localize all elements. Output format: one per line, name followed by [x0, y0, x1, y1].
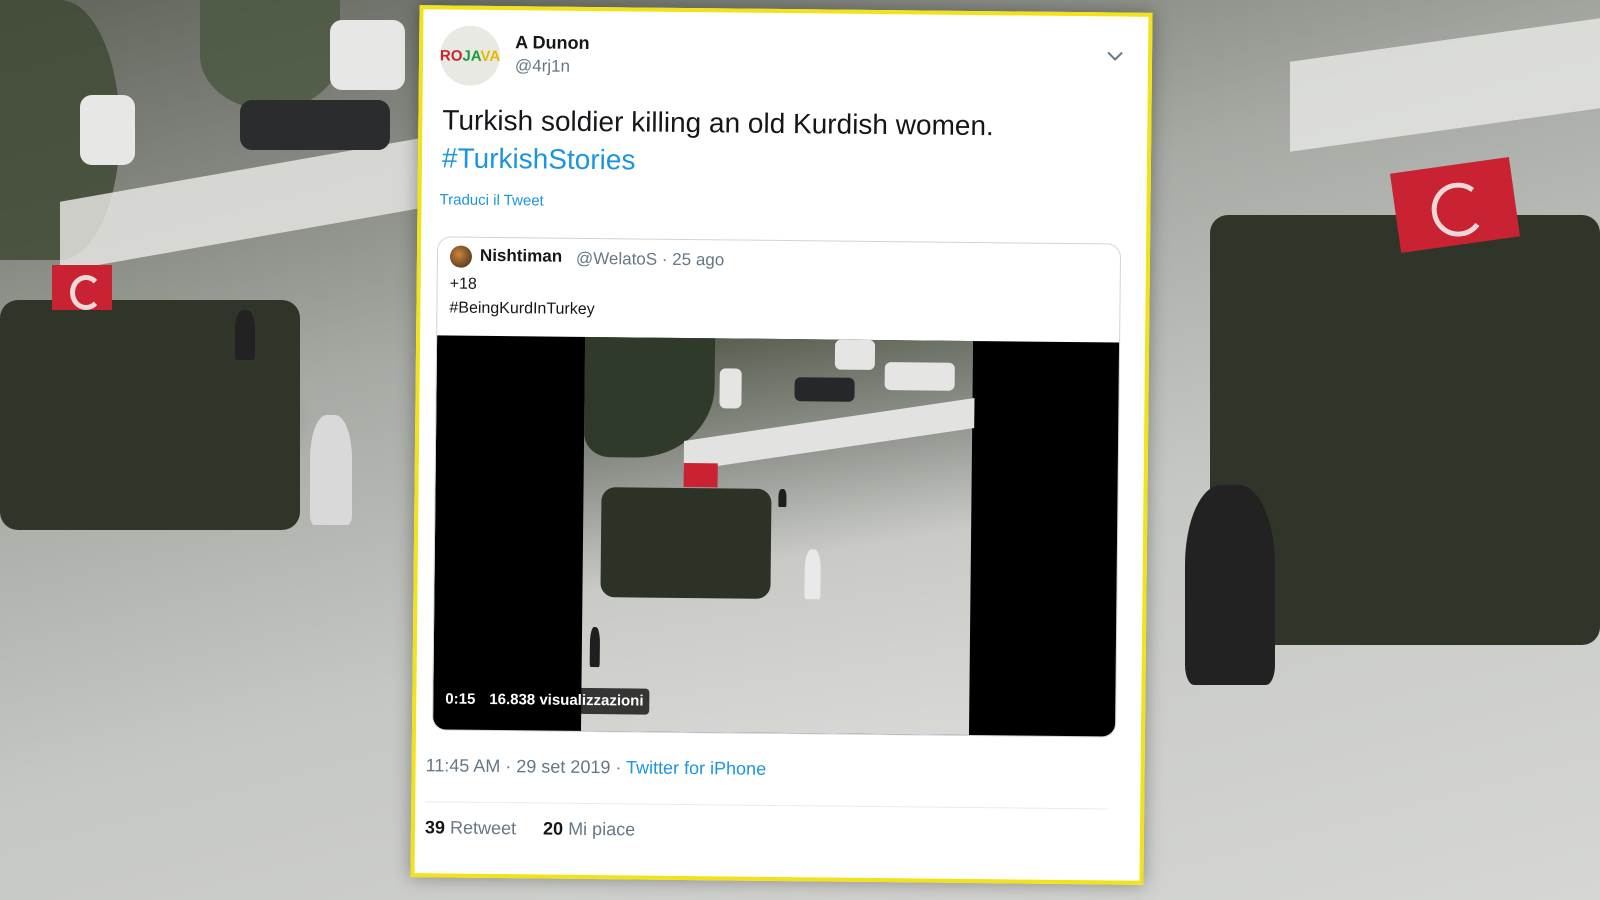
background-military-vehicle: [0, 300, 300, 530]
like-label: Mi piace: [568, 818, 636, 840]
quoted-tweet[interactable]: Nishtiman @WelatoS · 25 ago +18 #BeingKu…: [431, 236, 1122, 738]
video-sidewalk: [683, 398, 975, 471]
background-car: [80, 95, 135, 165]
display-name[interactable]: A Dunon: [515, 32, 590, 54]
avatar[interactable]: ROJAVA: [439, 25, 501, 87]
video-turkish-flag: [683, 462, 718, 488]
quoted-text-line: +18: [449, 275, 477, 293]
source-link[interactable]: Twitter for iPhone: [626, 757, 766, 778]
video-car: [719, 368, 742, 409]
retweet-count[interactable]: 39 Retweet: [425, 817, 516, 838]
user-handle[interactable]: @4rj1n: [515, 56, 570, 77]
like-number: 20: [542, 818, 564, 839]
tweet-body: Turkish soldier killing an old Kurdish w…: [442, 104, 994, 142]
background-tree: [200, 0, 340, 110]
background-turkish-flag: [52, 265, 112, 311]
quoted-handle-date: @WelatoS · 25 ago: [575, 248, 725, 270]
chevron-down-icon[interactable]: [1104, 46, 1126, 68]
divider: [425, 801, 1109, 810]
video-car: [834, 339, 876, 370]
background-person: [1185, 485, 1275, 685]
video-thumbnail: [580, 336, 975, 737]
video-car: [884, 362, 955, 391]
video-person: [804, 549, 821, 600]
background-car: [240, 100, 390, 150]
tweet-card: ROJAVA A Dunon @4rj1n Turkish soldier ki…: [410, 5, 1153, 885]
video-person: [589, 627, 601, 668]
video-military-vehicle: [600, 487, 772, 599]
like-count[interactable]: 20 Mi piace: [543, 819, 635, 840]
video-duration: 0:15: [439, 686, 482, 713]
video-person: [778, 488, 787, 508]
background-person: [310, 415, 352, 525]
avatar-logo-text: ROJAVA: [439, 46, 501, 65]
translate-tweet-link[interactable]: Traduci il Tweet: [439, 191, 543, 209]
quoted-avatar[interactable]: [449, 245, 473, 268]
retweet-number: 39: [424, 817, 446, 838]
video-views: 16.838 visualizzazioni: [483, 686, 650, 715]
video-player[interactable]: 0:15 16.838 visualizzazioni: [432, 335, 1122, 738]
quoted-display-name: Nishtiman: [479, 245, 563, 266]
timestamp-text[interactable]: 11:45 AM · 29 set 2019 ·: [426, 755, 627, 777]
background-car: [330, 20, 405, 90]
tweet-stats: 39 Retweet 20 Mi piace: [425, 817, 657, 840]
tweet-timestamp: 11:45 AM · 29 set 2019 · Twitter for iPh…: [426, 755, 767, 780]
retweet-label: Retweet: [449, 817, 517, 839]
tweet-text: Turkish soldier killing an old Kurdish w…: [442, 101, 1108, 184]
quoted-hashtag: #BeingKurdInTurkey: [449, 299, 595, 319]
hashtag-link[interactable]: #TurkishStories: [442, 139, 1107, 184]
background-turkish-flag: [1390, 157, 1520, 253]
background-person: [235, 310, 255, 360]
video-car: [794, 377, 855, 402]
